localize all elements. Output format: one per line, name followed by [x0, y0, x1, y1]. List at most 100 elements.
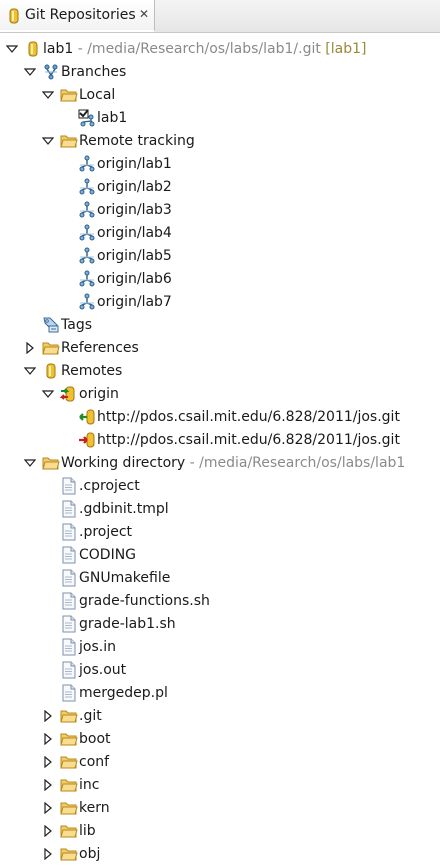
- expand-toggle-icon[interactable]: [24, 65, 36, 79]
- branch-icon: [78, 293, 96, 311]
- expand-toggle-icon[interactable]: [42, 387, 54, 401]
- tree-node[interactable]: lab1 - /media/Research/os/labs/lab1/.git…: [0, 38, 440, 61]
- node-name: grade-lab1.sh: [79, 616, 176, 632]
- tree-node[interactable]: origin/lab6: [0, 268, 440, 291]
- folder-icon: [60, 822, 78, 840]
- tree-node[interactable]: GNUmakefile: [0, 567, 440, 590]
- tree-node[interactable]: Remotes: [0, 360, 440, 383]
- tree-node-label: lab1: [97, 109, 127, 127]
- folder-open-icon: [60, 86, 78, 104]
- close-icon[interactable]: ✕: [139, 7, 149, 21]
- expand-toggle-icon[interactable]: [24, 456, 36, 470]
- tree-node-label: origin/lab5: [97, 247, 172, 265]
- collapse-toggle-icon[interactable]: [42, 732, 54, 746]
- expand-toggle-icon[interactable]: [42, 88, 54, 102]
- tree-node[interactable]: conf: [0, 751, 440, 774]
- tree-node[interactable]: origin/lab7: [0, 291, 440, 314]
- tree-node[interactable]: origin/lab5: [0, 245, 440, 268]
- folder-icon: [60, 730, 78, 748]
- tree-node[interactable]: origin/lab4: [0, 222, 440, 245]
- tree-node[interactable]: CODING: [0, 544, 440, 567]
- node-name: References: [61, 340, 139, 356]
- tree-node-label: Remotes: [61, 362, 122, 380]
- tab-git-repositories[interactable]: Git Repositories ✕: [0, 0, 155, 32]
- tree-node[interactable]: jos.out: [0, 659, 440, 682]
- tree-node[interactable]: Tags: [0, 314, 440, 337]
- tree-node[interactable]: http://pdos.csail.mit.edu/6.828/2011/jos…: [0, 429, 440, 452]
- tree-node[interactable]: References: [0, 337, 440, 360]
- node-name: jos.out: [79, 662, 127, 678]
- tree-node[interactable]: obj: [0, 843, 440, 866]
- tree-node[interactable]: origin: [0, 383, 440, 406]
- tree-node-label: jos.in: [79, 638, 116, 656]
- tree-node-label: grade-lab1.sh: [79, 615, 176, 633]
- node-name: Local: [79, 87, 116, 103]
- tree-node[interactable]: grade-lab1.sh: [0, 613, 440, 636]
- collapse-toggle-icon[interactable]: [42, 847, 54, 861]
- tree-node[interactable]: kern: [0, 797, 440, 820]
- tree-node[interactable]: grade-functions.sh: [0, 590, 440, 613]
- checked-out-branch-icon: [78, 109, 96, 127]
- collapse-toggle-icon[interactable]: [42, 778, 54, 792]
- folder-icon: [60, 753, 78, 771]
- tree-node[interactable]: origin/lab2: [0, 176, 440, 199]
- tree-node-label: .project: [79, 523, 132, 541]
- tree-node-label: Branches: [61, 63, 126, 81]
- collapse-toggle-icon[interactable]: [42, 755, 54, 769]
- tree-node-label: Tags: [61, 316, 92, 334]
- tree-node[interactable]: Branches: [0, 61, 440, 84]
- file-icon: [60, 684, 78, 702]
- tree-node-label: Remote tracking: [79, 132, 195, 150]
- tree-node[interactable]: lib: [0, 820, 440, 843]
- tree-node[interactable]: .cproject: [0, 475, 440, 498]
- collapse-toggle-icon[interactable]: [24, 341, 36, 355]
- branch-icon: [78, 178, 96, 196]
- file-icon: [60, 592, 78, 610]
- node-name: .cproject: [79, 478, 140, 494]
- node-name: lib: [79, 823, 96, 839]
- tree-node[interactable]: Working directory - /media/Research/os/l…: [0, 452, 440, 475]
- tree-node[interactable]: .gdbinit.tmpl: [0, 498, 440, 521]
- folder-icon: [60, 845, 78, 863]
- expand-toggle-icon[interactable]: [42, 134, 54, 148]
- file-icon: [60, 638, 78, 656]
- node-name: grade-functions.sh: [79, 593, 210, 609]
- remotes-icon: [42, 362, 60, 380]
- tree-node[interactable]: jos.in: [0, 636, 440, 659]
- collapse-toggle-icon[interactable]: [42, 709, 54, 723]
- tree-node-label: jos.out: [79, 661, 126, 679]
- tree-node[interactable]: Local: [0, 84, 440, 107]
- tags-icon: [42, 316, 60, 334]
- collapse-toggle-icon[interactable]: [42, 801, 54, 815]
- tree-node-label: lib: [79, 822, 96, 840]
- tree-node-label: origin: [79, 385, 119, 403]
- tree-node[interactable]: Remote tracking: [0, 130, 440, 153]
- node-name: Remote tracking: [79, 133, 195, 149]
- node-name: lab1: [43, 41, 74, 57]
- node-name: Tags: [61, 317, 92, 333]
- tree-node-label: GNUmakefile: [79, 569, 170, 587]
- tree-node[interactable]: boot: [0, 728, 440, 751]
- tree-node[interactable]: mergedep.pl: [0, 682, 440, 705]
- file-icon: [60, 500, 78, 518]
- folder-open-icon: [60, 132, 78, 150]
- node-name: origin/lab1: [97, 156, 172, 172]
- tree-node[interactable]: origin/lab3: [0, 199, 440, 222]
- branch-icon: [78, 201, 96, 219]
- tree-node-label: .cproject: [79, 477, 140, 495]
- tree-node[interactable]: .project: [0, 521, 440, 544]
- tree-node[interactable]: origin/lab1: [0, 153, 440, 176]
- node-name: inc: [79, 777, 100, 793]
- tree-node-label: mergedep.pl: [79, 684, 168, 702]
- tree-node[interactable]: http://pdos.csail.mit.edu/6.828/2011/jos…: [0, 406, 440, 429]
- expand-toggle-icon[interactable]: [6, 42, 18, 56]
- tree-node-label: .gdbinit.tmpl: [79, 500, 169, 518]
- collapse-toggle-icon[interactable]: [42, 824, 54, 838]
- expand-toggle-icon[interactable]: [24, 364, 36, 378]
- node-name: origin/lab6: [97, 271, 172, 287]
- tree-node[interactable]: .git: [0, 705, 440, 728]
- tree-node[interactable]: lab1: [0, 107, 440, 130]
- node-name: mergedep.pl: [79, 685, 168, 701]
- fetch-icon: [78, 408, 96, 426]
- tree-node[interactable]: inc: [0, 774, 440, 797]
